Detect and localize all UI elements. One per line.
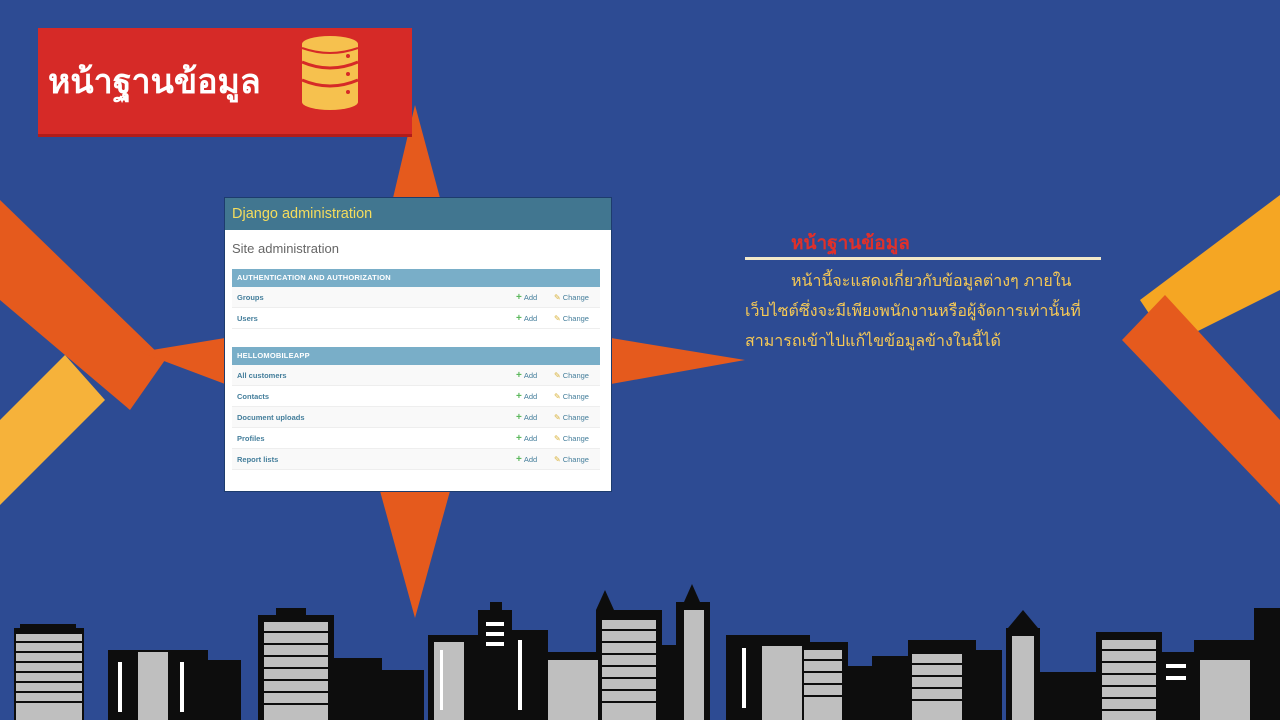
add-link[interactable]: + Add bbox=[516, 370, 554, 381]
add-link[interactable]: + Add bbox=[516, 391, 554, 402]
model-link[interactable]: Profiles bbox=[237, 434, 516, 443]
module-hellomobileapp: HELLOMOBILEAPP All customers + Add ✎ Chang… bbox=[232, 347, 600, 470]
add-link[interactable]: + Add bbox=[516, 313, 554, 324]
model-row-users: Users + Add ✎ Change bbox=[232, 308, 600, 329]
plus-icon: + bbox=[516, 411, 522, 423]
model-row-profiles: Profiles + Add ✎ Change bbox=[232, 428, 600, 449]
description-body: หน้านี้จะแสดงเกี่ยวกับข้อมูลต่างๆ ภายในเ… bbox=[745, 271, 1081, 350]
plus-icon: + bbox=[516, 453, 522, 465]
plus-icon: + bbox=[516, 432, 522, 444]
description-block: หน้าฐานข้อมูล หน้านี้จะแสดงเกี่ยวกับข้อม… bbox=[745, 230, 1125, 356]
pencil-icon: ✎ bbox=[554, 412, 561, 422]
add-link[interactable]: + Add bbox=[516, 412, 554, 423]
model-link[interactable]: Contacts bbox=[237, 392, 516, 401]
model-link[interactable]: Document uploads bbox=[237, 413, 516, 422]
model-row-all-customers: All customers + Add ✎ Change bbox=[232, 365, 600, 386]
pencil-icon: ✎ bbox=[554, 391, 561, 401]
model-row-groups: Groups + Add ✎ Change bbox=[232, 287, 600, 308]
change-link[interactable]: ✎ Change bbox=[554, 455, 600, 464]
admin-page-title: Site administration bbox=[232, 241, 339, 256]
plus-icon: + bbox=[516, 390, 522, 402]
pencil-icon: ✎ bbox=[554, 313, 561, 323]
module-caption[interactable]: AUTHENTICATION AND AUTHORIZATION bbox=[232, 269, 600, 287]
module-auth: AUTHENTICATION AND AUTHORIZATION Groups … bbox=[232, 269, 600, 329]
change-link[interactable]: ✎ Change bbox=[554, 434, 600, 443]
model-link[interactable]: Groups bbox=[237, 293, 516, 302]
change-link[interactable]: ✎ Change bbox=[554, 392, 600, 401]
model-link[interactable]: All customers bbox=[237, 371, 516, 380]
change-link[interactable]: ✎ Change bbox=[554, 314, 600, 323]
heading-underline bbox=[745, 257, 1101, 260]
model-link[interactable]: Users bbox=[237, 314, 516, 323]
plus-icon: + bbox=[516, 369, 522, 381]
pencil-icon: ✎ bbox=[554, 292, 561, 302]
model-row-contacts: Contacts + Add ✎ Change bbox=[232, 386, 600, 407]
pencil-icon: ✎ bbox=[554, 433, 561, 443]
database-icon bbox=[301, 36, 359, 110]
plus-icon: + bbox=[516, 312, 522, 324]
pencil-icon: ✎ bbox=[554, 370, 561, 380]
change-link[interactable]: ✎ Change bbox=[554, 371, 600, 380]
change-link[interactable]: ✎ Change bbox=[554, 293, 600, 302]
admin-header[interactable]: Django administration bbox=[225, 198, 611, 230]
model-row-document-uploads: Document uploads + Add ✎ Change bbox=[232, 407, 600, 428]
change-link[interactable]: ✎ Change bbox=[554, 413, 600, 422]
city-skyline-image bbox=[14, 584, 1280, 720]
model-link[interactable]: Report lists bbox=[237, 455, 516, 464]
django-admin-panel: Django administration Site administratio… bbox=[225, 198, 611, 491]
pencil-icon: ✎ bbox=[554, 454, 561, 464]
add-link[interactable]: + Add bbox=[516, 292, 554, 303]
add-link[interactable]: + Add bbox=[516, 454, 554, 465]
plus-icon: + bbox=[516, 291, 522, 303]
description-heading: หน้าฐานข้อมูล bbox=[791, 232, 910, 254]
add-link[interactable]: + Add bbox=[516, 433, 554, 444]
slide-title: หน้าฐานข้อมูล bbox=[48, 62, 261, 102]
model-row-report-lists: Report lists + Add ✎ Change bbox=[232, 449, 600, 470]
module-caption[interactable]: HELLOMOBILEAPP bbox=[232, 347, 600, 365]
